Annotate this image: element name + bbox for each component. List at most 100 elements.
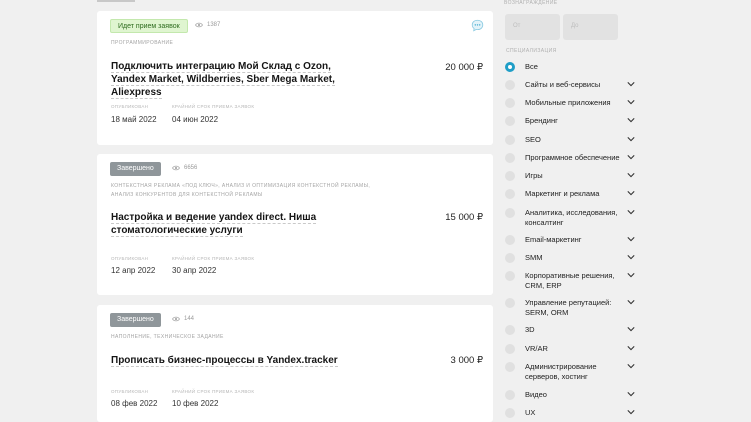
radio-button[interactable] bbox=[505, 253, 515, 263]
chevron-down-icon[interactable] bbox=[627, 345, 635, 351]
radio-selected[interactable] bbox=[505, 62, 515, 72]
chevron-down-icon[interactable] bbox=[627, 190, 635, 196]
chevron-down-icon[interactable] bbox=[627, 409, 635, 415]
deadline-date: 10 фев 2022 bbox=[172, 399, 219, 408]
specialization-item[interactable]: Администрирование серверов, хостинг bbox=[505, 362, 635, 381]
deadline-date: 04 июн 2022 bbox=[172, 115, 219, 124]
status-badge: Завершено bbox=[110, 313, 161, 327]
deadline-label: Крайний срок приема заявок bbox=[172, 389, 255, 394]
views-counter: 144 bbox=[172, 315, 194, 323]
budget-heading: Вознаграждение bbox=[504, 0, 558, 6]
chevron-down-icon[interactable] bbox=[627, 236, 635, 242]
specialization-label: SEO bbox=[525, 135, 541, 144]
published-label: Опубликован bbox=[111, 256, 149, 261]
specialization-label: Видео bbox=[525, 390, 547, 399]
order-price: 20 000 ₽ bbox=[445, 62, 483, 73]
specialization-item[interactable]: SMM bbox=[505, 253, 635, 263]
radio-button[interactable] bbox=[505, 271, 515, 281]
radio-button[interactable] bbox=[505, 98, 515, 108]
chevron-down-icon[interactable] bbox=[627, 326, 635, 332]
published-label: Опубликован bbox=[111, 104, 149, 109]
specialization-item[interactable]: Мобильные приложения bbox=[505, 98, 635, 108]
chevron-down-icon[interactable] bbox=[627, 363, 635, 369]
chevron-down-icon[interactable] bbox=[627, 117, 635, 123]
specialization-item[interactable]: Сайты и веб-сервисы bbox=[505, 80, 635, 90]
views-count: 144 bbox=[184, 316, 195, 322]
radio-button[interactable] bbox=[505, 390, 515, 400]
specialization-item[interactable]: SEO bbox=[505, 135, 635, 145]
specialization-item[interactable]: Видео bbox=[505, 390, 635, 400]
radio-button[interactable] bbox=[505, 325, 515, 335]
specialization-item[interactable]: Управление репутацией: SERM, ORM bbox=[505, 298, 635, 317]
radio-button[interactable] bbox=[505, 362, 515, 372]
order-price: 3 000 ₽ bbox=[450, 355, 483, 366]
specialization-label: Аналитика, исследования, консалтинг bbox=[525, 208, 618, 227]
views-count: 1387 bbox=[207, 22, 221, 28]
specialization-label: Корпоративные решения, CRM, ERP bbox=[525, 271, 615, 290]
radio-button[interactable] bbox=[505, 80, 515, 90]
order-title[interactable]: Прописать бизнес-процессы в Yandex.track… bbox=[111, 354, 361, 367]
specialization-label: Брендинг bbox=[525, 116, 558, 125]
budget-from-input[interactable]: От bbox=[505, 14, 560, 40]
deadline-label: Крайний срок приема заявок bbox=[172, 256, 255, 261]
published-date: 12 апр 2022 bbox=[111, 266, 156, 275]
header-divider bbox=[97, 0, 135, 2]
chevron-down-icon[interactable] bbox=[627, 99, 635, 105]
chevron-down-icon[interactable] bbox=[627, 391, 635, 397]
specialization-heading: Специализация bbox=[506, 48, 557, 54]
specialization-item[interactable]: 3D bbox=[505, 325, 635, 335]
specialization-item[interactable]: Корпоративные решения, CRM, ERP bbox=[505, 271, 635, 290]
views-counter: 1387 bbox=[195, 21, 220, 29]
specialization-item[interactable]: Игры bbox=[505, 171, 635, 181]
order-card[interactable]: Завершено 144 Наполнение, Техническое за… bbox=[97, 305, 493, 422]
specialization-label: VR/AR bbox=[525, 344, 548, 353]
order-category: Наполнение, Техническое задание bbox=[111, 334, 224, 340]
chevron-down-icon[interactable] bbox=[627, 299, 635, 305]
eye-icon bbox=[195, 22, 203, 28]
chat-icon[interactable] bbox=[471, 19, 484, 32]
specialization-item[interactable]: Аналитика, исследования, консалтинг bbox=[505, 208, 635, 227]
chevron-down-icon[interactable] bbox=[627, 172, 635, 178]
radio-button[interactable] bbox=[505, 344, 515, 354]
specialization-label: Сайты и веб-сервисы bbox=[525, 80, 601, 89]
chevron-down-icon[interactable] bbox=[627, 272, 635, 278]
specialization-item[interactable]: Программное обеспечение bbox=[505, 153, 635, 163]
specialization-label: Маркетинг и реклама bbox=[525, 189, 600, 198]
radio-button[interactable] bbox=[505, 171, 515, 181]
chevron-down-icon[interactable] bbox=[627, 81, 635, 87]
budget-to-input[interactable]: До bbox=[563, 14, 618, 40]
radio-button[interactable] bbox=[505, 298, 515, 308]
specialization-label: Все bbox=[525, 62, 538, 71]
order-card[interactable]: Завершено 6656 Контекстная реклама «под … bbox=[97, 154, 493, 295]
order-title[interactable]: Настройка и ведение yandex direct. Ниша … bbox=[111, 211, 361, 237]
order-card[interactable]: Идет прием заявок 1387 Программирование … bbox=[97, 11, 493, 145]
specialization-item[interactable]: Email-маркетинг bbox=[505, 235, 635, 245]
specialization-item[interactable]: VR/AR bbox=[505, 344, 635, 354]
published-date: 18 май 2022 bbox=[111, 115, 157, 124]
chevron-down-icon[interactable] bbox=[627, 154, 635, 160]
radio-button[interactable] bbox=[505, 153, 515, 163]
radio-button[interactable] bbox=[505, 135, 515, 145]
chevron-down-icon[interactable] bbox=[627, 136, 635, 142]
order-title[interactable]: Подключить интеграцию Мой Склад с Ozon, … bbox=[111, 60, 361, 99]
budget-to-placeholder: До bbox=[571, 23, 579, 29]
radio-button[interactable] bbox=[505, 408, 515, 418]
status-badge: Завершено bbox=[110, 162, 161, 176]
specialization-item[interactable]: Брендинг bbox=[505, 116, 635, 126]
radio-button[interactable] bbox=[505, 189, 515, 199]
radio-button[interactable] bbox=[505, 235, 515, 245]
views-counter: 6656 bbox=[172, 164, 197, 172]
published-label: Опубликован bbox=[111, 389, 149, 394]
specialization-item[interactable]: Все bbox=[505, 62, 635, 72]
specialization-item[interactable]: Маркетинг и реклама bbox=[505, 189, 635, 199]
eye-icon bbox=[172, 165, 180, 171]
radio-button[interactable] bbox=[505, 208, 515, 218]
order-category: Контекстная реклама «под ключ», Анализ и… bbox=[111, 183, 371, 198]
deadline-date: 30 апр 2022 bbox=[172, 266, 217, 275]
specialization-label: Игры bbox=[525, 171, 543, 180]
specialization-label: Управление репутацией: SERM, ORM bbox=[525, 298, 612, 317]
chevron-down-icon[interactable] bbox=[627, 254, 635, 260]
radio-button[interactable] bbox=[505, 116, 515, 126]
chevron-down-icon[interactable] bbox=[627, 209, 635, 215]
specialization-item[interactable]: UX bbox=[505, 408, 635, 418]
